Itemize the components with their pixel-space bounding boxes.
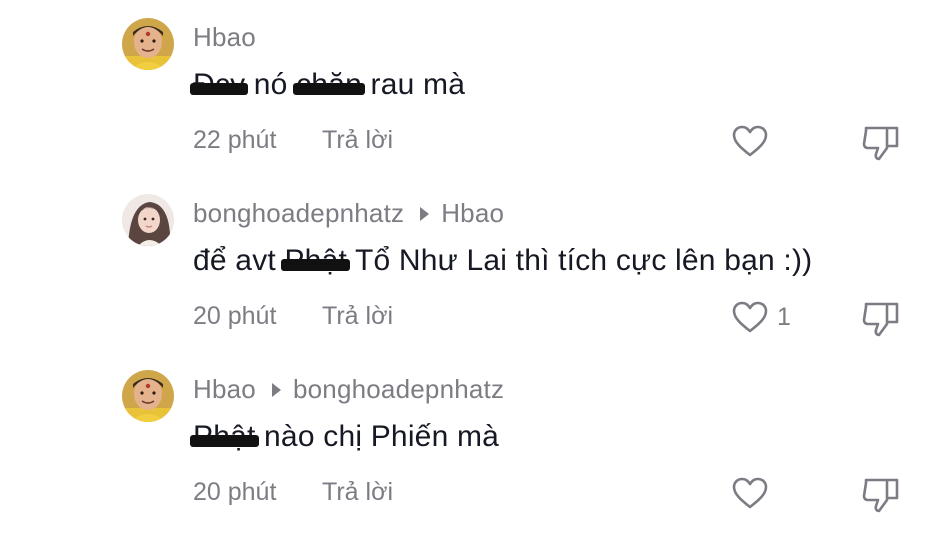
comment-text-part: nào chị Phiến mà [255,420,500,453]
comment-time: 20 phút [193,478,277,506]
comment-text: Đcv nó chăn rau mà [189,68,466,102]
username[interactable]: Hbao [193,22,256,53]
comment-text: Phật nào chị Phiến mà [190,420,500,454]
redacted-word: chăn [293,68,365,101]
comment-text-part: nó [245,68,297,101]
like-button[interactable]: 1 [731,300,791,334]
comment-footer: 20 phút Trả lời [193,302,393,331]
reply-arrow-icon [271,382,281,397]
heart-outline-icon [732,125,768,157]
avatar-monk-image [122,18,174,70]
comment-footer: 22 phút Trả lời [193,126,393,155]
like-count: 1 [777,302,791,331]
reply-button[interactable]: Trả lời [322,126,393,155]
heart-outline-icon [732,477,768,509]
comment-text-part: Tổ Như Lai thì tích cực lên bạn :)) [346,244,813,277]
avatar[interactable] [122,370,174,422]
reply-to-username[interactable]: bonghoadepnhatz [293,374,504,405]
dislike-button[interactable] [860,474,902,514]
comment-text-part: rau mà [361,68,466,101]
like-button[interactable] [731,124,777,158]
thumbs-down-outline-icon [862,126,899,161]
reply-button[interactable]: Trả lời [322,302,393,331]
comment-text-part: để avt [193,244,285,277]
avatar-girl-image [122,194,174,246]
avatar[interactable] [122,18,174,70]
comment-meta: bonghoadepnhatz Hbao [193,198,504,229]
comment-time: 22 phút [193,126,277,154]
reply-to-username[interactable]: Hbao [441,198,504,229]
username[interactable]: Hbao [193,374,256,405]
comment-meta: Hbao bonghoadepnhatz [193,374,504,405]
dislike-button[interactable] [860,298,902,338]
comment-text: để avt Phật Tổ Như Lai thì tích cực lên … [193,244,812,278]
username[interactable]: bonghoadepnhatz [193,198,404,229]
reply-arrow-icon [420,206,430,221]
like-button[interactable] [731,476,777,510]
comment-time: 20 phút [193,302,277,330]
heart-outline-icon [732,301,768,333]
comment-footer: 20 phút Trả lời [193,478,393,507]
thumbs-down-outline-icon [862,478,899,513]
redacted-word: Đcv [189,68,249,101]
thumbs-down-outline-icon [862,302,899,337]
comment-item: Hbao bonghoadepnhatz Phật nào chị Phiến … [0,352,938,528]
redacted-word: Phật [190,420,259,453]
reply-button[interactable]: Trả lời [322,478,393,507]
redacted-word: Phật [281,244,350,277]
avatar[interactable] [122,194,174,246]
avatar-monk-image [122,370,174,422]
dislike-button[interactable] [860,122,902,162]
comment-meta: Hbao [193,22,256,53]
comment-item: Hbao Đcv nó chăn rau mà 22 phút Trả lời [0,0,938,176]
comment-item: bonghoadepnhatz Hbao để avt Phật Tổ Như … [0,176,938,352]
